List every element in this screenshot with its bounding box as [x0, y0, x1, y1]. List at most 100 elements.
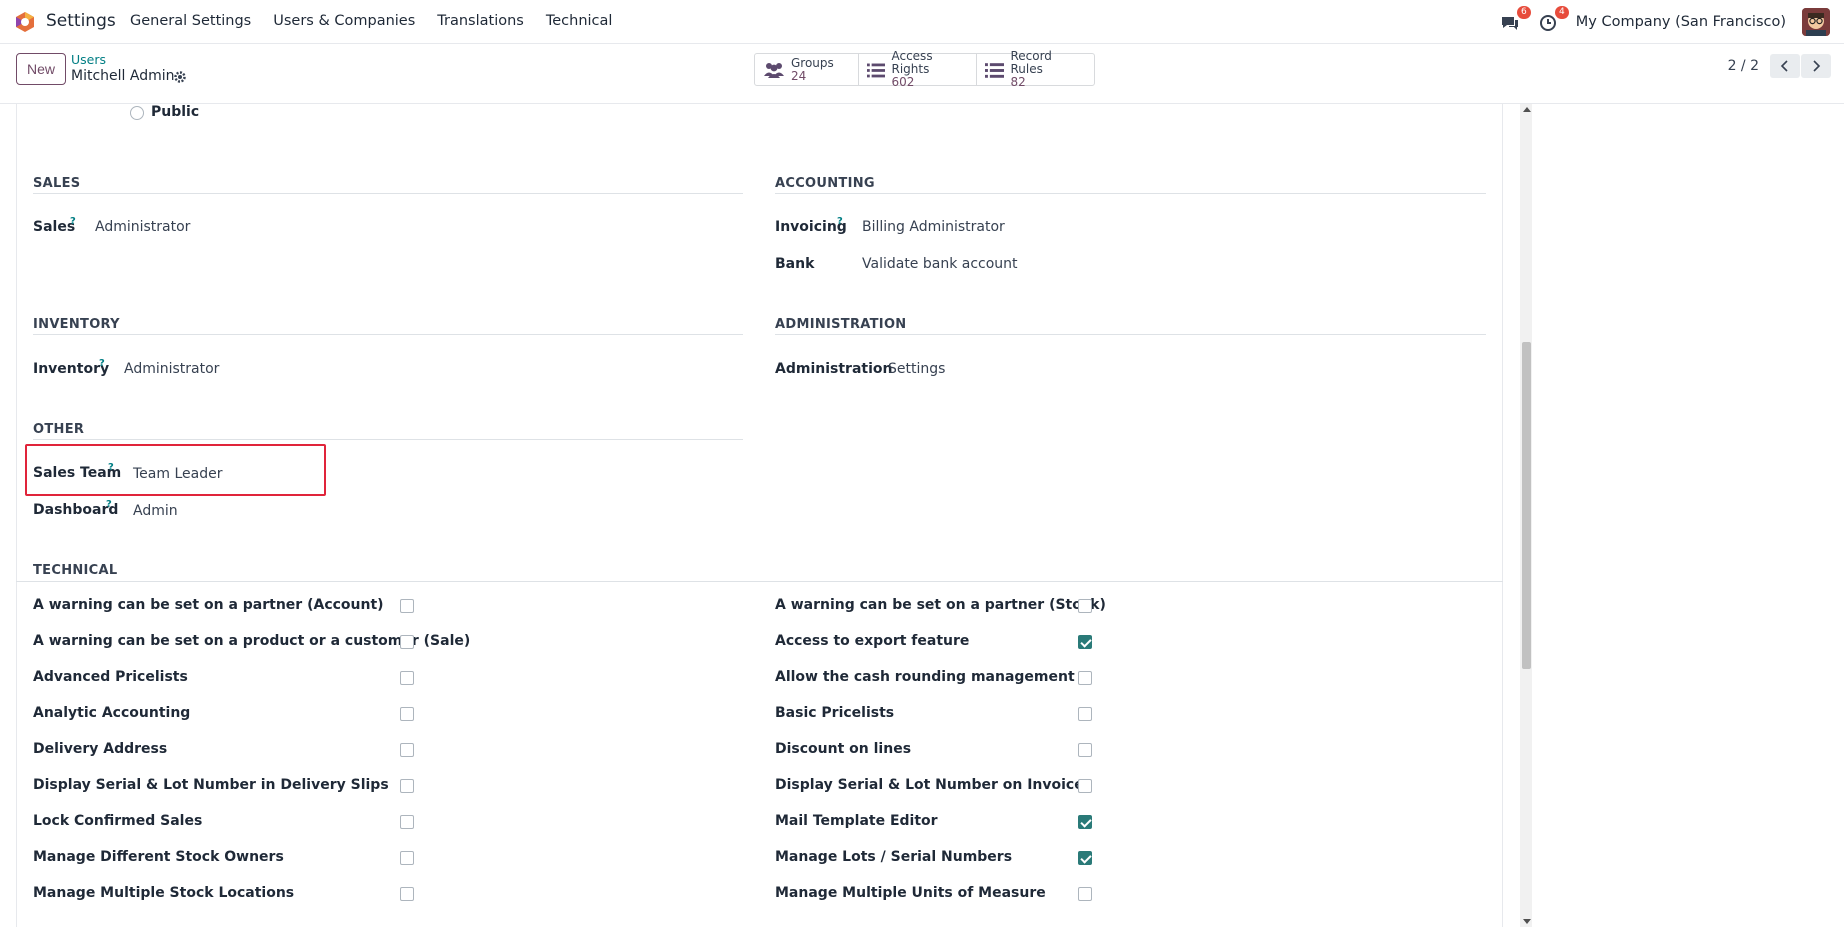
activities-badge: 4 — [1555, 6, 1569, 19]
scroll-up-icon[interactable] — [1523, 107, 1531, 112]
menu-general-settings[interactable]: General Settings — [130, 13, 251, 29]
technical-option-checkbox[interactable] — [400, 887, 414, 901]
record-rules-count: 82 — [1010, 75, 1026, 89]
technical-option-label: Allow the cash rounding management — [775, 669, 1075, 685]
pager-next-button[interactable] — [1801, 54, 1831, 78]
scroll-down-icon[interactable] — [1523, 919, 1531, 924]
menu-users-companies[interactable]: Users & Companies — [273, 13, 415, 29]
technical-option-label: Manage Lots / Serial Numbers — [775, 849, 1013, 865]
technical-option-checkbox[interactable] — [400, 671, 414, 685]
form-sheet — [16, 104, 1503, 927]
groups-smart-button[interactable]: Groups 24 — [755, 54, 859, 85]
list-icon — [867, 63, 886, 77]
technical-option-checkbox[interactable] — [1078, 635, 1092, 649]
user-avatar[interactable] — [1802, 8, 1830, 36]
bank-field-value[interactable]: Validate bank account — [862, 256, 1018, 272]
clock-icon — [1539, 15, 1556, 31]
help-icon[interactable]: ? — [70, 216, 76, 227]
technical-option-label: Analytic Accounting — [33, 705, 191, 721]
chat-icon — [1501, 17, 1518, 30]
technical-option-checkbox[interactable] — [400, 815, 414, 829]
dashboard-field-value[interactable]: Admin — [133, 503, 178, 519]
technical-option-label: Basic Pricelists — [775, 705, 895, 721]
pager-value[interactable]: 2 / 2 — [1728, 58, 1759, 74]
administration-field-value[interactable]: Settings — [888, 361, 945, 377]
section-divider — [775, 193, 1486, 194]
pager-previous-button[interactable] — [1770, 54, 1800, 78]
app-name[interactable]: Settings — [46, 11, 116, 31]
sales-team-field-value[interactable]: Team Leader — [133, 466, 222, 482]
technical-option-checkbox[interactable] — [400, 599, 414, 613]
technical-option-label: Display Serial & Lot Number on Invoices — [775, 777, 1093, 793]
users-icon — [764, 62, 784, 78]
sales-field-value[interactable]: Administrator — [95, 219, 190, 235]
section-accounting: ACCOUNTING — [775, 176, 875, 191]
help-icon[interactable]: ? — [837, 216, 843, 227]
technical-option-checkbox[interactable] — [400, 635, 414, 649]
messages-badge: 6 — [1517, 6, 1531, 19]
access-rights-smart-button[interactable]: Access Rights 602 — [859, 50, 977, 89]
menu-technical[interactable]: Technical — [546, 13, 613, 29]
technical-option-checkbox[interactable] — [400, 779, 414, 793]
menu-translations[interactable]: Translations — [437, 13, 524, 29]
section-divider — [33, 439, 743, 440]
inventory-field-label: Inventory — [33, 361, 110, 377]
technical-option-label: Manage Multiple Stock Locations — [33, 885, 295, 901]
technical-option-label: Delivery Address — [33, 741, 168, 757]
activities-button[interactable]: 4 — [1538, 6, 1569, 33]
systray: 6 4 My Company (San Francisco) — [1500, 6, 1830, 36]
gear-icon[interactable] — [173, 70, 187, 84]
technical-option-checkbox[interactable] — [1078, 599, 1092, 613]
technical-option-label: Display Serial & Lot Number in Delivery … — [33, 777, 389, 793]
technical-option-checkbox[interactable] — [400, 851, 414, 865]
technical-option-checkbox[interactable] — [1078, 743, 1092, 757]
administration-field-label: Administration — [775, 361, 893, 377]
section-divider — [33, 334, 743, 335]
main-menu: General Settings Users & Companies Trans… — [130, 13, 612, 29]
invoicing-field-value[interactable]: Billing Administrator — [862, 219, 1005, 235]
technical-option-checkbox[interactable] — [1078, 887, 1092, 901]
technical-option-label: Manage Different Stock Owners — [33, 849, 284, 865]
messages-button[interactable]: 6 — [1500, 6, 1531, 33]
technical-option-checkbox[interactable] — [1078, 851, 1092, 865]
technical-option-label: Discount on lines — [775, 741, 912, 757]
section-administration: ADMINISTRATION — [775, 317, 907, 332]
control-panel: New Users Mitchell Admin Groups 24 Acces… — [0, 44, 1844, 104]
technical-option-checkbox[interactable] — [400, 743, 414, 757]
section-divider — [16, 581, 1503, 582]
company-switcher[interactable]: My Company (San Francisco) — [1576, 14, 1786, 30]
technical-option-label: Advanced Pricelists — [33, 669, 188, 685]
user-avatar-icon — [1802, 8, 1830, 36]
access-rights-count: 602 — [891, 75, 915, 89]
vertical-scrollbar[interactable] — [1520, 104, 1532, 927]
odoo-logo-icon[interactable] — [14, 11, 36, 33]
groups-count: 24 — [791, 68, 807, 83]
help-icon[interactable]: ? — [99, 358, 105, 369]
technical-option-checkbox[interactable] — [1078, 779, 1092, 793]
smart-buttons: Groups 24 Access Rights 602 Record Rules… — [754, 50, 1095, 89]
section-divider — [33, 193, 743, 194]
technical-option-checkbox[interactable] — [1078, 707, 1092, 721]
chevron-left-icon — [1780, 60, 1788, 72]
new-button[interactable]: New — [16, 53, 66, 85]
help-icon[interactable]: ? — [106, 499, 112, 510]
chevron-right-icon — [1813, 60, 1821, 72]
groups-label: Groups — [791, 55, 834, 70]
scroll-thumb[interactable] — [1522, 342, 1531, 669]
technical-option-label: Lock Confirmed Sales — [33, 813, 203, 829]
section-sales: SALES — [33, 176, 81, 191]
breadcrumb-users[interactable]: Users — [71, 52, 106, 67]
technical-option-checkbox[interactable] — [1078, 815, 1092, 829]
technical-option-label: Manage Multiple Units of Measure — [775, 885, 1046, 901]
breadcrumb-current: Mitchell Admin — [71, 68, 175, 84]
technical-option-checkbox[interactable] — [1078, 671, 1092, 685]
technical-option-label: A warning can be set on a partner (Stock… — [775, 597, 1106, 613]
section-divider — [775, 334, 1486, 335]
help-icon[interactable]: ? — [108, 462, 114, 473]
record-rules-smart-button[interactable]: Record Rules 82 — [977, 50, 1094, 89]
technical-option-checkbox[interactable] — [400, 707, 414, 721]
sales-field-label: Sales — [33, 219, 76, 235]
technical-option-label: A warning can be set on a partner (Accou… — [33, 597, 384, 613]
inventory-field-value[interactable]: Administrator — [124, 361, 219, 377]
public-radio[interactable] — [130, 106, 144, 120]
